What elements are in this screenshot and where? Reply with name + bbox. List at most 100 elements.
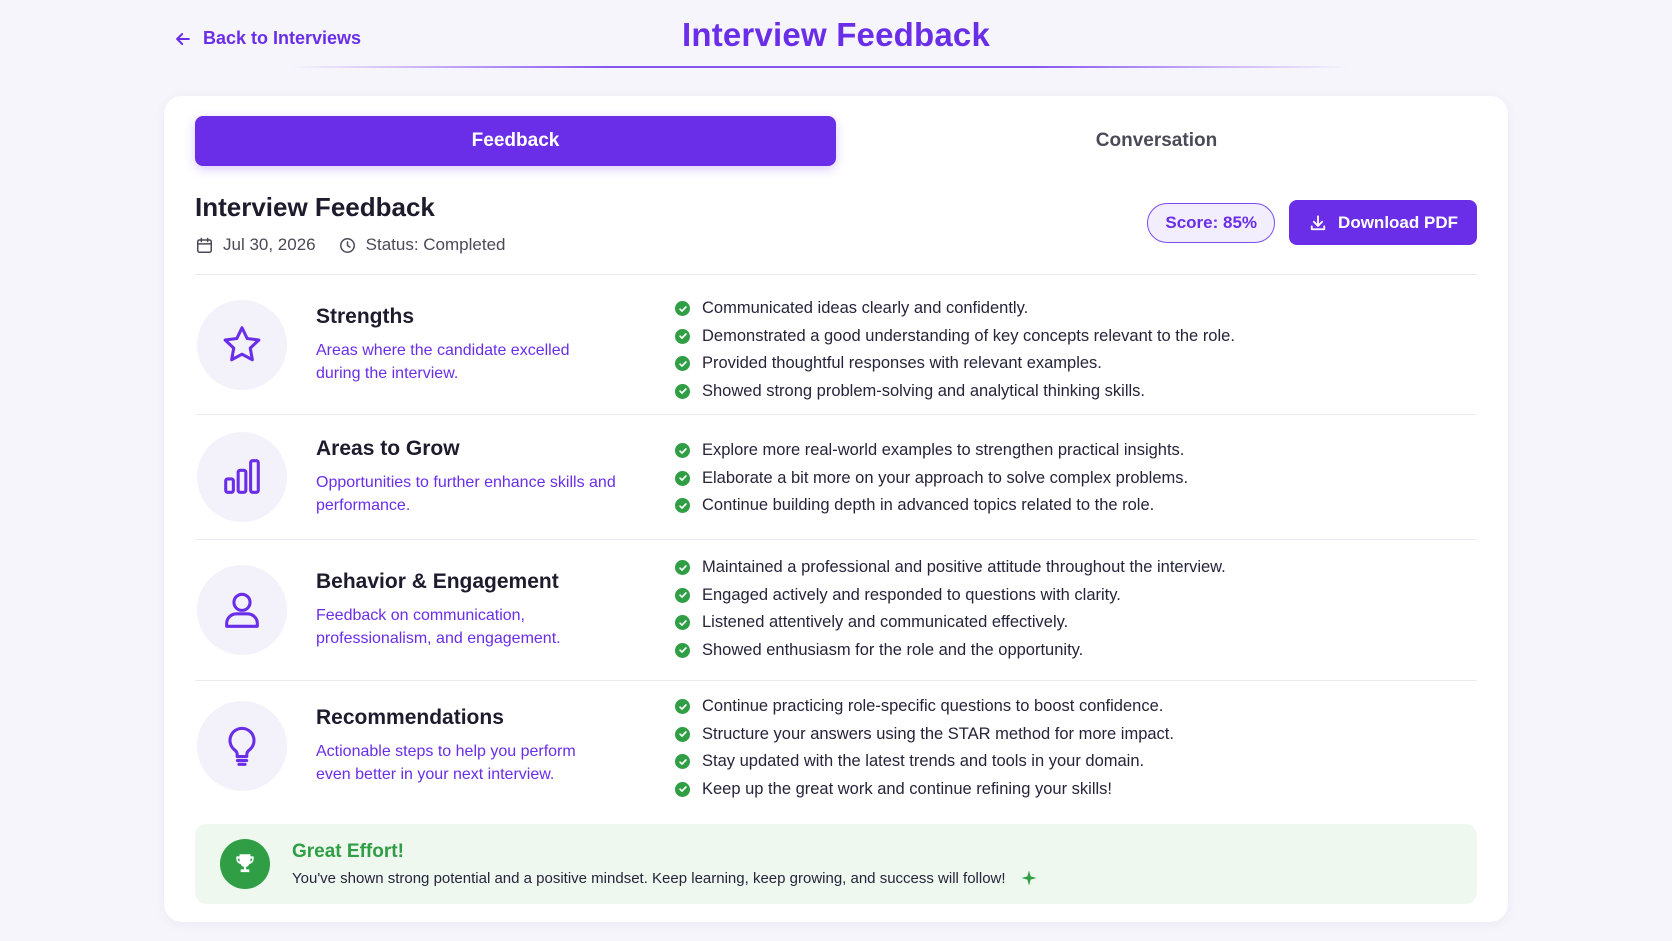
- star-icon-circle: [197, 299, 287, 390]
- list-item: Explore more real-world examples to stre…: [675, 437, 1188, 465]
- status-item: Status: Completed: [338, 235, 506, 255]
- section-left: Behavior & Engagement Feedback on commun…: [195, 540, 675, 680]
- tab-bar: Feedback Conversation: [195, 116, 1477, 166]
- list-item: Showed strong problem-solving and analyt…: [675, 378, 1235, 406]
- list-item: Maintained a professional and positive a…: [675, 554, 1226, 582]
- great-effort-title: Great Effort!: [292, 841, 404, 862]
- section-behavior-engagement: Behavior & Engagement Feedback on commun…: [195, 539, 1477, 680]
- feedback-sections: Strengths Areas where the candidate exce…: [195, 274, 1477, 810]
- strengths-list: Communicated ideas clearly and confident…: [675, 275, 1235, 414]
- list-item-text: Explore more real-world examples to stre…: [702, 441, 1185, 460]
- section-areas-to-grow: Areas to Grow Opportunities to further e…: [195, 414, 1477, 539]
- sparkle-icon: [1021, 870, 1037, 886]
- user-icon-circle: [197, 565, 287, 655]
- download-icon: [1310, 214, 1326, 230]
- recommendations-list: Continue practicing role-specific questi…: [675, 681, 1174, 810]
- lightbulb-icon: [228, 726, 256, 766]
- check-icon: [675, 615, 690, 631]
- feedback-header: Interview Feedback Jul 30, 2026 Status: …: [195, 192, 1477, 272]
- section-text: Areas to Grow Opportunities to further e…: [316, 437, 616, 517]
- section-recommendations: Recommendations Actionable steps to help…: [195, 680, 1477, 810]
- download-pdf-label: Download PDF: [1338, 212, 1458, 232]
- section-description: Areas where the candidate excelled durin…: [316, 341, 570, 382]
- great-effort-message-row: You've shown strong potential and a posi…: [292, 869, 1038, 887]
- list-item-text: Engaged actively and responded to questi…: [702, 585, 1121, 604]
- section-left: Strengths Areas where the candidate exce…: [195, 275, 675, 414]
- great-effort-message: You've shown strong potential and a posi…: [292, 869, 1006, 887]
- check-icon: [675, 443, 690, 459]
- list-item-text: Maintained a professional and positive a…: [702, 558, 1226, 577]
- lightbulb-icon-circle: [197, 700, 287, 791]
- list-item-text: Showed enthusiasm for the role and the o…: [702, 640, 1084, 659]
- list-item-text: Elaborate a bit more on your approach to…: [702, 468, 1189, 487]
- page-title: Interview Feedback: [681, 16, 991, 53]
- check-icon: [675, 587, 690, 603]
- check-icon: [675, 356, 690, 372]
- check-icon: [675, 383, 690, 399]
- star-icon: [223, 325, 261, 361]
- section-left: Recommendations Actionable steps to help…: [195, 681, 675, 810]
- list-item: Keep up the great work and continue refi…: [675, 776, 1174, 804]
- clock-icon: [339, 237, 355, 253]
- list-item: Demonstrated a good understanding of key…: [675, 323, 1235, 351]
- list-item: Continue building depth in advanced topi…: [675, 492, 1188, 520]
- check-icon: [675, 560, 690, 576]
- list-item: Continue practicing role-specific questi…: [675, 693, 1174, 721]
- list-item: Provided thoughtful responses with relev…: [675, 350, 1235, 378]
- download-pdf-button[interactable]: Download PDF: [1289, 200, 1477, 245]
- great-effort-text: Great Effort! You've shown strong potent…: [292, 841, 1038, 887]
- bar-chart-icon-circle: [197, 432, 287, 522]
- calendar-icon: [197, 237, 212, 253]
- list-item-text: Structure your answers using the STAR me…: [702, 724, 1174, 743]
- behavior-engagement-list: Maintained a professional and positive a…: [675, 540, 1226, 680]
- list-item: Showed enthusiasm for the role and the o…: [675, 637, 1226, 665]
- list-item: Stay updated with the latest trends and …: [675, 748, 1174, 776]
- check-icon: [675, 699, 690, 715]
- list-item-text: Showed strong problem-solving and analyt…: [702, 381, 1145, 400]
- section-left: Areas to Grow Opportunities to further e…: [195, 415, 675, 539]
- score-badge: Score: 85%: [1147, 202, 1276, 243]
- check-icon: [675, 754, 690, 770]
- section-title: Areas to Grow: [316, 437, 460, 460]
- section-description: Actionable steps to help you perform eve…: [316, 742, 576, 783]
- tab-conversation[interactable]: Conversation: [836, 116, 1477, 166]
- status-text: Status: Completed: [365, 235, 506, 254]
- list-item-text: Demonstrated a good understanding of key…: [702, 326, 1235, 345]
- check-icon: [675, 726, 690, 742]
- date-text: Jul 30, 2026: [223, 235, 316, 254]
- user-icon: [225, 592, 259, 628]
- check-icon: [675, 498, 690, 514]
- check-icon: [675, 301, 690, 317]
- section-text: Behavior & Engagement Feedback on commun…: [316, 570, 616, 650]
- list-item-text: Continue building depth in advanced topi…: [702, 496, 1155, 515]
- feedback-card: Feedback Conversation Interview Feedback…: [164, 96, 1508, 922]
- list-item-text: Keep up the great work and continue refi…: [702, 779, 1112, 798]
- list-item: Listened attentively and communicated ef…: [675, 609, 1226, 637]
- top-bar: Back to Interviews Interview Feedback: [0, 0, 1672, 70]
- section-strengths: Strengths Areas where the candidate exce…: [195, 274, 1477, 414]
- trophy-icon: [236, 854, 254, 873]
- trophy-icon-circle: [220, 839, 270, 889]
- list-item-text: Stay updated with the latest trends and …: [702, 752, 1145, 771]
- list-item: Engaged actively and responded to questi…: [675, 582, 1226, 610]
- section-title: Behavior & Engagement: [316, 570, 559, 593]
- check-icon: [675, 328, 690, 344]
- tab-feedback[interactable]: Feedback: [195, 116, 836, 166]
- bar-chart-icon: [224, 459, 260, 494]
- check-icon: [675, 642, 690, 658]
- section-text: Strengths Areas where the candidate exce…: [316, 305, 616, 385]
- section-description: Opportunities to further enhance skills …: [316, 474, 616, 514]
- section-description: Feedback on communication, professionali…: [316, 607, 561, 647]
- great-effort-banner: Great Effort! You've shown strong potent…: [195, 824, 1477, 904]
- section-text: Recommendations Actionable steps to help…: [316, 706, 606, 786]
- section-title: Recommendations: [316, 705, 504, 729]
- date-item: Jul 30, 2026: [195, 235, 316, 255]
- title-underline: [290, 66, 1350, 68]
- header-actions: Score: 85% Download PDF: [1147, 200, 1477, 245]
- list-item-text: Listened attentively and communicated ef…: [702, 613, 1069, 632]
- list-item: Structure your answers using the STAR me…: [675, 721, 1174, 749]
- list-item: Elaborate a bit more on your approach to…: [675, 465, 1188, 493]
- check-icon: [675, 781, 690, 797]
- check-icon: [675, 470, 690, 486]
- list-item-text: Communicated ideas clearly and confident…: [702, 299, 1029, 318]
